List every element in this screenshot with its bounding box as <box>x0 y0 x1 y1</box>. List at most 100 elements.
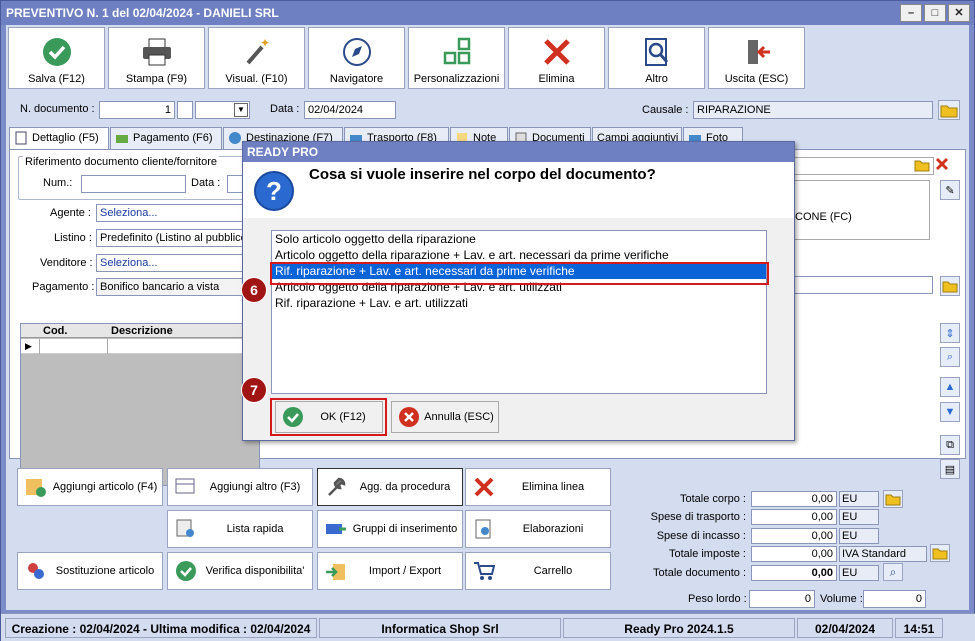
cancel-button[interactable]: Annulla (ESC) <box>391 401 499 433</box>
cancel-icon <box>398 406 420 428</box>
step-badge-7: 7 <box>241 377 267 403</box>
move-down-button[interactable]: ▼ <box>940 402 960 422</box>
copy-icon: ⧉ <box>946 438 954 451</box>
list-item[interactable]: Articolo oggetto della riparazione + Lav… <box>272 247 766 263</box>
shipping-label: Spese di trasporto : <box>650 511 746 523</box>
tab-pagamento[interactable]: Pagamento (F6) <box>110 127 222 149</box>
quick-list-icon <box>174 517 198 541</box>
taxes-value: 0,00 <box>751 546 837 562</box>
close-button[interactable]: ✕ <box>948 4 970 22</box>
exit-button[interactable]: Uscita (ESC) <box>708 27 805 89</box>
pagamento-folder-button[interactable] <box>940 276 960 296</box>
insertion-groups-label: Gruppi di inserimento <box>352 523 458 535</box>
status-version: Ready Pro 2024.1.5 <box>563 618 795 638</box>
folder-icon[interactable] <box>914 158 930 175</box>
zoom-button[interactable]: ⌕ <box>883 563 903 581</box>
processing-label: Elaborazioni <box>522 523 584 535</box>
total-document-label: Totale documento : <box>653 567 746 579</box>
replace-article-label: Sostituzione articolo <box>55 565 155 577</box>
print-button[interactable]: Stampa (F9) <box>108 27 205 89</box>
address-box: CONE (FC) <box>790 180 930 240</box>
preview-button[interactable]: ✦ Visual. (F10) <box>208 27 305 89</box>
scroll-top-button[interactable]: ⇕ <box>940 323 960 343</box>
close-icon[interactable] <box>934 156 950 175</box>
insertion-groups-button[interactable]: Gruppi di inserimento <box>317 510 463 548</box>
list-item[interactable]: Rif. riparazione + Lav. e art. utilizzat… <box>272 295 766 311</box>
check-availability-button[interactable]: Verifica disponibilita' <box>167 552 313 590</box>
edit-button[interactable]: ✎ <box>940 180 960 200</box>
agente-select[interactable]: Seleziona... <box>96 204 246 222</box>
svg-text:?: ? <box>266 176 282 206</box>
weight-input[interactable]: 0 <box>749 590 815 608</box>
delete-x-icon <box>472 475 496 499</box>
minimize-button[interactable]: – <box>900 4 922 22</box>
ref-num-input[interactable] <box>81 175 186 193</box>
doc-number-input[interactable]: 1 <box>99 101 175 119</box>
folder-icon <box>942 281 958 293</box>
globe-icon <box>228 131 242 145</box>
options-list[interactable]: Solo articolo oggetto della riparazione … <box>271 230 767 394</box>
pagamento-extra-field <box>790 276 933 294</box>
search-button[interactable]: ⌕ <box>940 347 960 367</box>
add-other-label: Aggiungi altro (F3) <box>209 481 301 493</box>
magnifier-doc-icon <box>640 35 674 69</box>
total-body-folder-button[interactable] <box>883 490 903 508</box>
address-text: CONE (FC) <box>795 211 852 223</box>
shipping-unit: EU <box>839 509 879 525</box>
preview-label: Visual. (F10) <box>225 73 288 85</box>
taxes-unit: IVA Standard <box>839 546 927 562</box>
doc-series-select[interactable]: ▼ <box>195 101 250 119</box>
dialog-title: READY PRO <box>243 142 794 162</box>
copy-button[interactable]: ⧉ <box>940 435 960 455</box>
import-export-button[interactable]: Import / Export <box>317 552 463 590</box>
quick-list-button[interactable]: Lista rapida <box>167 510 313 548</box>
tab-dettaglio[interactable]: Dettaglio (F5) <box>9 127 109 150</box>
taxes-folder-button[interactable] <box>930 544 950 562</box>
ref-date-label: Data : <box>191 177 221 189</box>
causale-label: Causale : <box>642 104 689 116</box>
status-time: 14:51 <box>895 618 943 638</box>
listino-select[interactable]: Predefinito (Listino al pubblico) <box>96 229 246 247</box>
move-up-button[interactable]: ▲ <box>940 377 960 397</box>
maximize-button[interactable]: □ <box>924 4 946 22</box>
customizations-label: Personalizzazioni <box>413 73 500 85</box>
other-button[interactable]: Altro <box>608 27 705 89</box>
volume-label: Volume : <box>820 593 863 605</box>
save-button[interactable]: Salva (F12) <box>8 27 105 89</box>
pagamento-input[interactable]: Bonifico bancario a vista <box>96 278 246 296</box>
add-other-button[interactable]: Aggiungi altro (F3) <box>167 468 313 506</box>
svg-text:✦: ✦ <box>260 37 270 50</box>
delete-button[interactable]: Elimina <box>508 27 605 89</box>
collection-label: Spese di incasso : <box>656 530 746 542</box>
delete-line-button[interactable]: Elimina linea <box>465 468 611 506</box>
replace-article-button[interactable]: Sostituzione articolo <box>17 552 163 590</box>
causale-input[interactable]: RIPARAZIONE <box>693 101 933 119</box>
doc-number-suffix-input[interactable] <box>177 101 193 119</box>
collection-value: 0,00 <box>751 528 837 544</box>
print-label: Stampa (F9) <box>125 73 188 85</box>
navigator-button[interactable]: Navigatore <box>308 27 405 89</box>
listino-label: Listino : <box>54 232 92 244</box>
customizations-button[interactable]: Personalizzazioni <box>408 27 505 89</box>
reference-group-label: Riferimento documento cliente/fornitore <box>23 156 219 168</box>
dialog-question: Cosa si vuole inserire nel corpo del doc… <box>309 166 656 183</box>
status-company: Informatica Shop Srl <box>319 618 561 638</box>
ref-num-label: Num.: <box>43 177 73 189</box>
add-from-procedure-button[interactable]: Agg. da procedura <box>317 468 463 506</box>
delete-x-icon <box>540 35 574 69</box>
save-label: Salva (F12) <box>28 73 85 85</box>
add-article-button[interactable]: Aggiungi articolo (F4) <box>17 468 163 506</box>
row-pointer-icon: ▶ <box>25 341 32 351</box>
cart-button[interactable]: Carrello <box>465 552 611 590</box>
date-input[interactable]: 02/04/2024 <box>304 101 396 119</box>
volume-input[interactable]: 0 <box>863 590 926 608</box>
list-item[interactable]: Solo articolo oggetto della riparazione <box>272 231 766 247</box>
chevron-down-icon: ▼ <box>234 103 248 117</box>
causale-folder-button[interactable] <box>938 100 960 120</box>
cancel-label: Annulla (ESC) <box>424 411 494 423</box>
collection-unit: EU <box>839 528 879 544</box>
venditore-select[interactable]: Seleziona... <box>96 254 246 272</box>
weight-label: Peso lordo : <box>688 593 747 605</box>
processing-button[interactable]: Elaborazioni <box>465 510 611 548</box>
table-row[interactable]: ▶ <box>21 339 259 354</box>
